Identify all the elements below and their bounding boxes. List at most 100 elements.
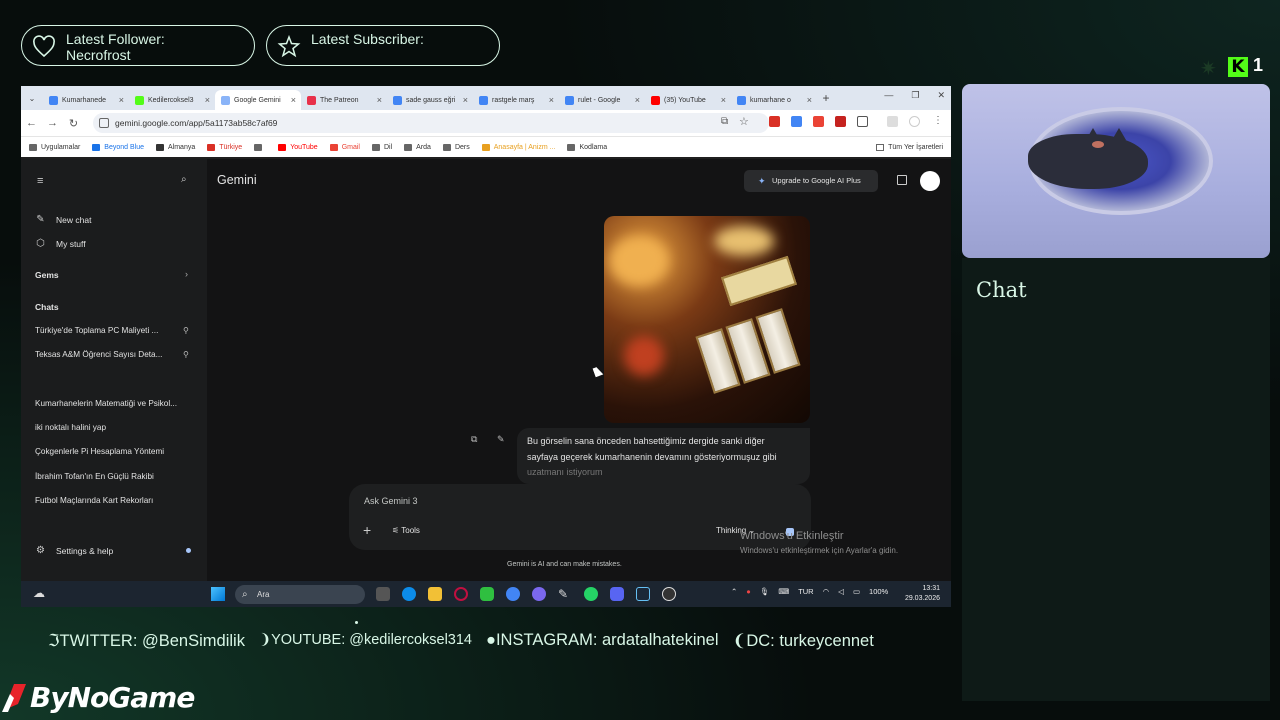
page-title[interactable]: Gemini (217, 173, 257, 187)
new-tab-button[interactable]: + (817, 91, 835, 105)
avatar[interactable] (920, 171, 940, 191)
volume-icon[interactable]: ◁ (838, 587, 844, 596)
add-icon[interactable]: + (363, 522, 371, 538)
bookmark-star-icon[interactable]: ☆ (739, 115, 749, 128)
chat-item[interactable]: Kumarhanelerin Matematiği ve Psikol... (35, 399, 195, 408)
bookmark-item[interactable]: Almanya (156, 143, 195, 151)
settings-help-button[interactable]: ⚙ Settings & help (35, 545, 113, 556)
puzzle-icon[interactable] (857, 116, 868, 127)
close-icon[interactable]: ✕ (937, 90, 945, 101)
edge-icon[interactable] (402, 587, 416, 601)
extension-icon[interactable] (791, 116, 802, 127)
reload-icon[interactable]: ↻ (63, 117, 84, 130)
browser-tab[interactable]: (35) YouTube × (645, 90, 731, 110)
taskbar-clock[interactable]: 13:31 29.03.2026 (905, 584, 940, 604)
browser-tab[interactable]: kumarhane o × (731, 90, 817, 110)
taskbar-search[interactable]: ⌕ Ara (235, 585, 365, 604)
chrome-icon[interactable] (506, 587, 520, 601)
chat-item[interactable]: Çokgenlerle Pi Hesaplama Yöntemi (35, 447, 195, 456)
gems-heading[interactable]: Gems (35, 270, 59, 280)
keyboard-icon[interactable]: ⌨ (778, 587, 789, 596)
tab-close-icon[interactable]: × (721, 95, 726, 105)
prompt-input[interactable]: Ask Gemini 3 (364, 496, 418, 506)
tab-close-icon[interactable]: × (119, 95, 124, 105)
bookmark-item[interactable]: Kodlama (567, 143, 607, 151)
steam-icon[interactable] (636, 587, 650, 601)
bookmark-item[interactable]: Türkiye (207, 143, 242, 151)
upgrade-button[interactable]: ✦ Upgrade to Google AI Plus (744, 170, 878, 192)
tab-close-icon[interactable]: × (807, 95, 812, 105)
tab-close-icon[interactable]: × (463, 95, 468, 105)
browser-tab[interactable]: Kedilercoksel3 × (129, 90, 215, 110)
line-icon[interactable] (480, 587, 494, 601)
chat-item[interactable]: Türkiye'de Toplama PC Maliyeti ... (35, 326, 195, 335)
new-chat-button[interactable]: ✎ New chat (35, 214, 91, 225)
back-icon[interactable]: ← (21, 117, 42, 129)
bookmark-item[interactable]: YouTube (278, 143, 318, 151)
bookmark-item[interactable]: Beyond Blue (92, 143, 144, 151)
edit-icon[interactable]: ✎ (497, 434, 505, 445)
all-bookmarks[interactable]: Tüm Yer İşaretleri (876, 143, 943, 151)
tools-button[interactable]: ⚟ Tools (392, 526, 420, 535)
file-explorer-icon[interactable] (428, 587, 442, 601)
chat-item[interactable]: iki noktalı halini yap (35, 423, 195, 432)
minimize-icon[interactable]: — (884, 90, 893, 101)
chat-item[interactable]: Teksas A&M Öğrenci Sayısı Deta... (35, 350, 195, 359)
microphone-icon[interactable]: 🎙 (760, 587, 770, 596)
discord-icon[interactable] (610, 587, 624, 601)
restore-icon[interactable]: ❐ (911, 90, 919, 101)
browser-tab[interactable]: The Patreon × (301, 90, 387, 110)
obs-icon[interactable] (662, 587, 676, 601)
tab-close-icon[interactable]: × (291, 95, 296, 105)
menu-dots-icon[interactable]: ⋮ (933, 115, 943, 126)
extension-icon[interactable] (813, 116, 824, 127)
chevron-up-icon[interactable]: ⌃ (731, 587, 737, 596)
app-icon[interactable] (532, 587, 546, 601)
chat-item[interactable]: İbrahim Tofan'ın En Güçlü Rakibi (35, 472, 195, 481)
language-indicator[interactable]: TUR (798, 587, 813, 596)
profile-icon[interactable] (909, 116, 920, 127)
wifi-icon[interactable]: ◠ (823, 587, 830, 596)
slot-machine-image[interactable] (604, 216, 810, 423)
copy-icon[interactable]: ⧉ (471, 434, 477, 445)
forward-icon[interactable]: → (42, 117, 63, 129)
pen-icon[interactable]: ✎ (558, 587, 572, 601)
browser-tab[interactable]: Google Gemini × (215, 90, 301, 110)
chevron-right-icon[interactable]: › (185, 269, 188, 279)
bookmark-item[interactable]: Gmail (329, 143, 360, 151)
search-icon[interactable]: ⌕ (181, 174, 187, 185)
weather-icon[interactable]: ☁ (33, 586, 45, 600)
extension-icon[interactable] (835, 116, 846, 127)
task-view-icon[interactable] (376, 587, 390, 601)
whatsapp-icon[interactable] (584, 587, 598, 601)
chat-item[interactable]: Futbol Maçlarında Kart Rekorları (35, 496, 195, 505)
bookmark-item[interactable]: Uygulamalar (29, 143, 80, 151)
tab-search-icon[interactable]: ⌄ (21, 94, 43, 103)
tab-close-icon[interactable]: × (377, 95, 382, 105)
tab-close-icon[interactable]: × (205, 95, 210, 105)
bookmark-item[interactable]: Dil (371, 143, 392, 151)
tab-close-icon[interactable]: × (549, 95, 554, 105)
browser-tab[interactable]: sade gauss eğri × (387, 90, 473, 110)
hamburger-menu-icon[interactable]: ≡ (37, 175, 43, 187)
extension-icon[interactable] (769, 116, 780, 127)
bookmark-item[interactable]: Arda (404, 143, 431, 151)
browser-tab[interactable]: Kumarhanede × (43, 90, 129, 110)
bookmark-item[interactable] (254, 143, 266, 151)
app-tray-icon[interactable]: ● (746, 587, 751, 596)
translate-icon[interactable]: ⧉ (721, 116, 728, 127)
browser-tab[interactable]: rastgele marş × (473, 90, 559, 110)
bookmark-item[interactable]: Ders (442, 143, 470, 151)
tab-close-icon[interactable]: × (635, 95, 640, 105)
my-stuff-button[interactable]: ⬡ My stuff (35, 238, 85, 249)
download-icon[interactable] (887, 116, 898, 127)
browser-tab[interactable]: rulet - Google × (559, 90, 645, 110)
bookmark-item[interactable]: Anasayfa | Anizm ... (481, 143, 555, 151)
opera-icon[interactable] (454, 587, 468, 601)
windows-activate-title: Windows'u Etkinleştir (740, 530, 844, 542)
url-input[interactable]: gemini.google.com/app/5a1173ab58c7af69 (93, 113, 769, 133)
battery-icon[interactable]: ▭ (853, 587, 860, 596)
windows-start-icon[interactable] (211, 587, 225, 601)
gift-icon[interactable] (897, 175, 907, 185)
site-info-icon[interactable] (99, 118, 109, 128)
